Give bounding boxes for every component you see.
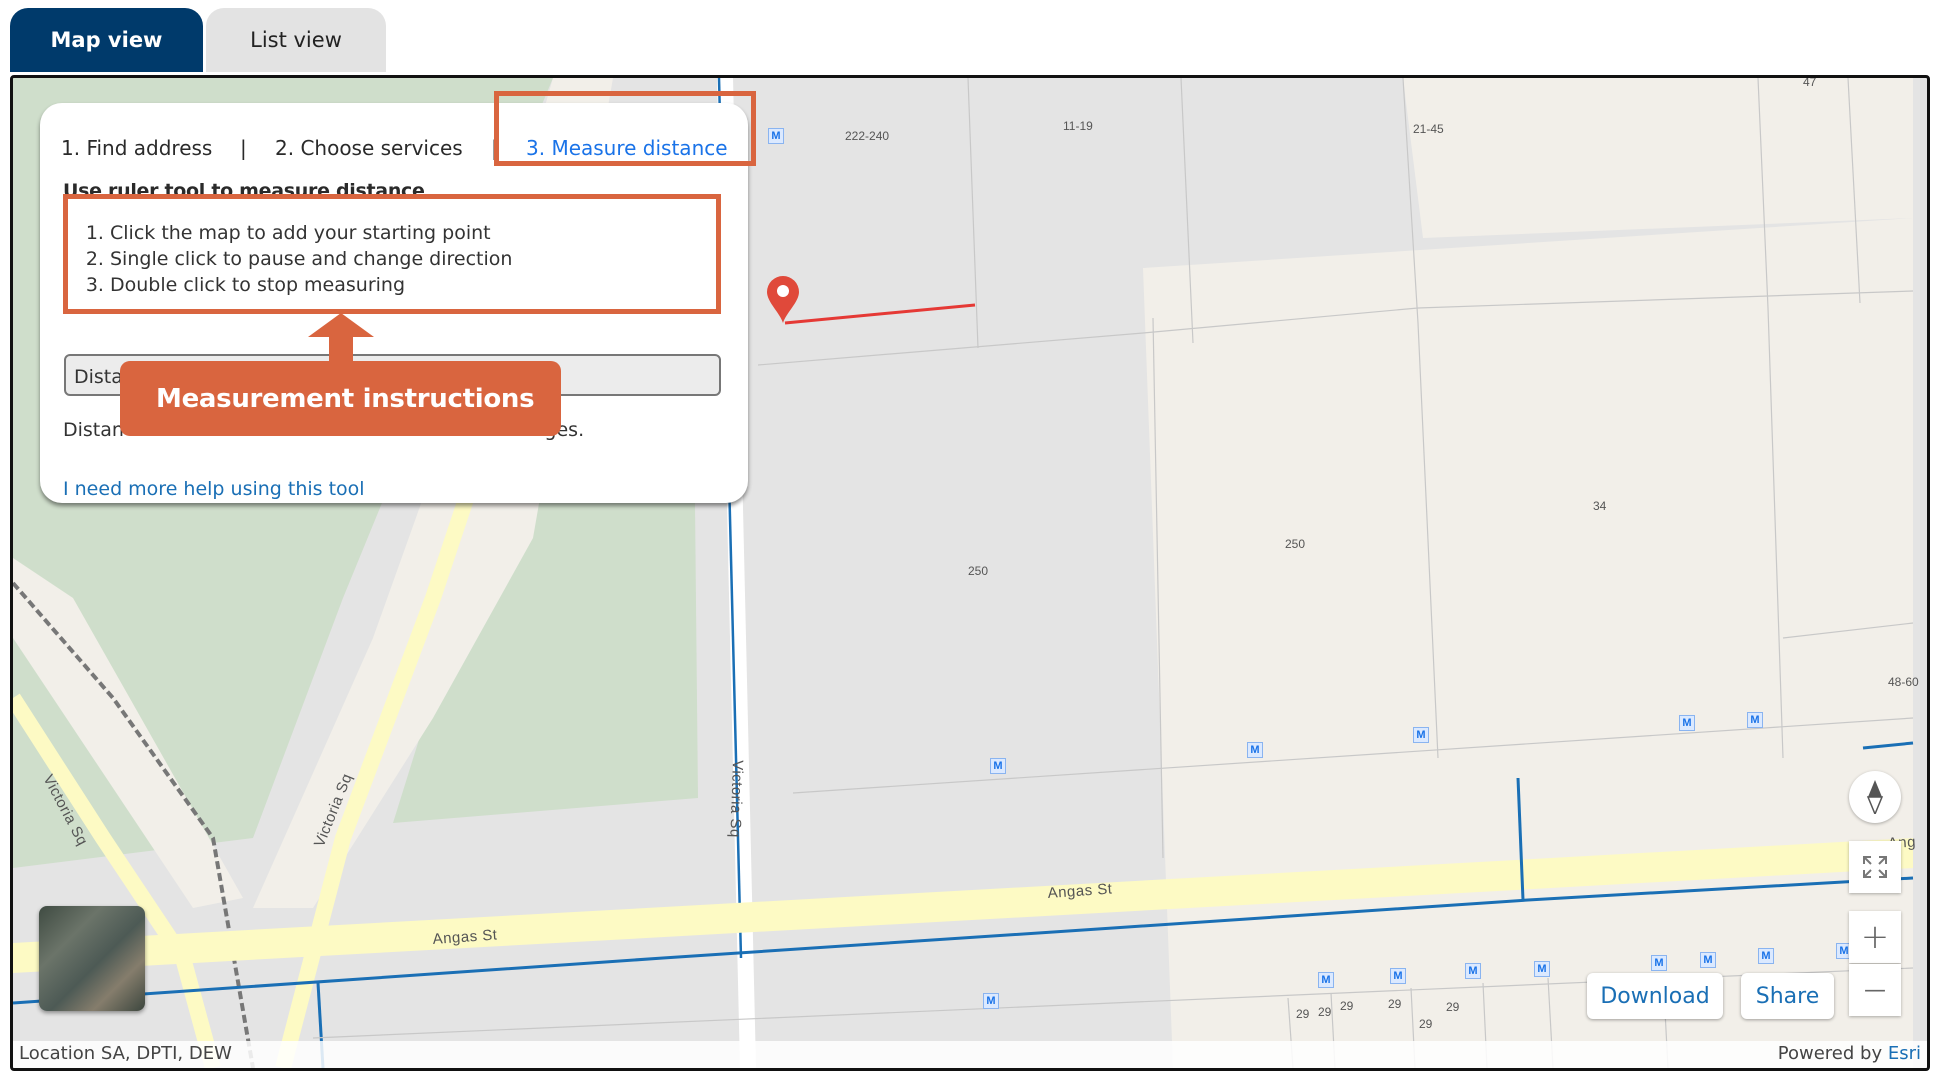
powered-by-label: Powered by [1777,1043,1888,1064]
parcel-area [1403,78,1913,238]
annotation-callout: Measurement instructions [120,361,561,436]
meter-marker[interactable]: M [1679,715,1695,731]
tab-list-view[interactable]: List view [206,8,386,72]
meter-marker[interactable]: M [1390,968,1406,984]
parcel-label: 250 [1285,537,1305,551]
parcel-label: 29 [1446,1000,1460,1014]
tab-map-view[interactable]: Map view [10,8,203,72]
parcel-label: 21-45 [1413,122,1444,136]
zoom-out-button[interactable]: — [1849,964,1901,1016]
powered-by: Powered by Esri [1778,1043,1921,1064]
meter-marker[interactable]: M [1747,712,1763,728]
parcel-label: 250 [968,564,988,578]
zoom-in-button[interactable]: + [1849,911,1901,963]
meter-marker[interactable]: M [1465,963,1481,979]
callout-arrow-icon [308,313,374,365]
meter-marker[interactable]: M [983,993,999,1009]
parcel-label: 47 [1803,78,1817,89]
highlight-step-3 [494,91,756,166]
download-button[interactable]: Download [1587,973,1723,1019]
meter-marker[interactable]: M [990,758,1006,774]
parcel-label: 34 [1593,499,1607,513]
disclaimer-start: Distan [63,419,124,441]
parcel-label: 29 [1388,997,1402,1011]
attribution-text: Location SA, DPTI, DEW [19,1043,232,1064]
step-choose-services[interactable]: 2. Choose services [275,136,463,160]
expand-icon [1863,856,1887,878]
step-separator: | [240,136,247,160]
meter-marker[interactable]: M [1413,727,1429,743]
parcel-label: 29 [1318,1005,1332,1019]
meter-marker[interactable]: M [1318,972,1334,988]
highlight-instructions [63,194,721,314]
compass-button[interactable] [1849,771,1901,823]
parcel-label: 222-240 [845,129,889,143]
attribution-bar: Location SA, DPTI, DEW Powered by Esri [13,1041,1927,1068]
meter-marker[interactable]: M [1651,955,1667,971]
road-label-victoria-sq: Victoria Sq [726,760,746,838]
meter-marker[interactable]: M [1758,948,1774,964]
overview-map[interactable] [39,906,145,1011]
parcel-label: 29 [1419,1017,1433,1031]
meter-marker[interactable]: M [1700,952,1716,968]
parcel-label: 11-19 [1063,119,1093,133]
meter-marker[interactable]: M [1534,961,1550,977]
parcel-label: 29 [1340,999,1354,1013]
meter-marker[interactable]: M [768,128,784,144]
step-find-address[interactable]: 1. Find address [61,136,212,160]
parcel-label: 29 [1296,1007,1310,1021]
fullscreen-button[interactable] [1849,841,1901,893]
compass-icon [1866,780,1884,814]
share-button[interactable]: Share [1741,973,1834,1019]
meter-marker[interactable]: M [1247,742,1263,758]
parcel-area [1143,218,1913,1068]
esri-link[interactable]: Esri [1888,1043,1921,1064]
parcel-label: 48-60 [1888,675,1919,689]
map-pin-icon [767,276,799,323]
help-link[interactable]: I need more help using this tool [63,478,365,500]
